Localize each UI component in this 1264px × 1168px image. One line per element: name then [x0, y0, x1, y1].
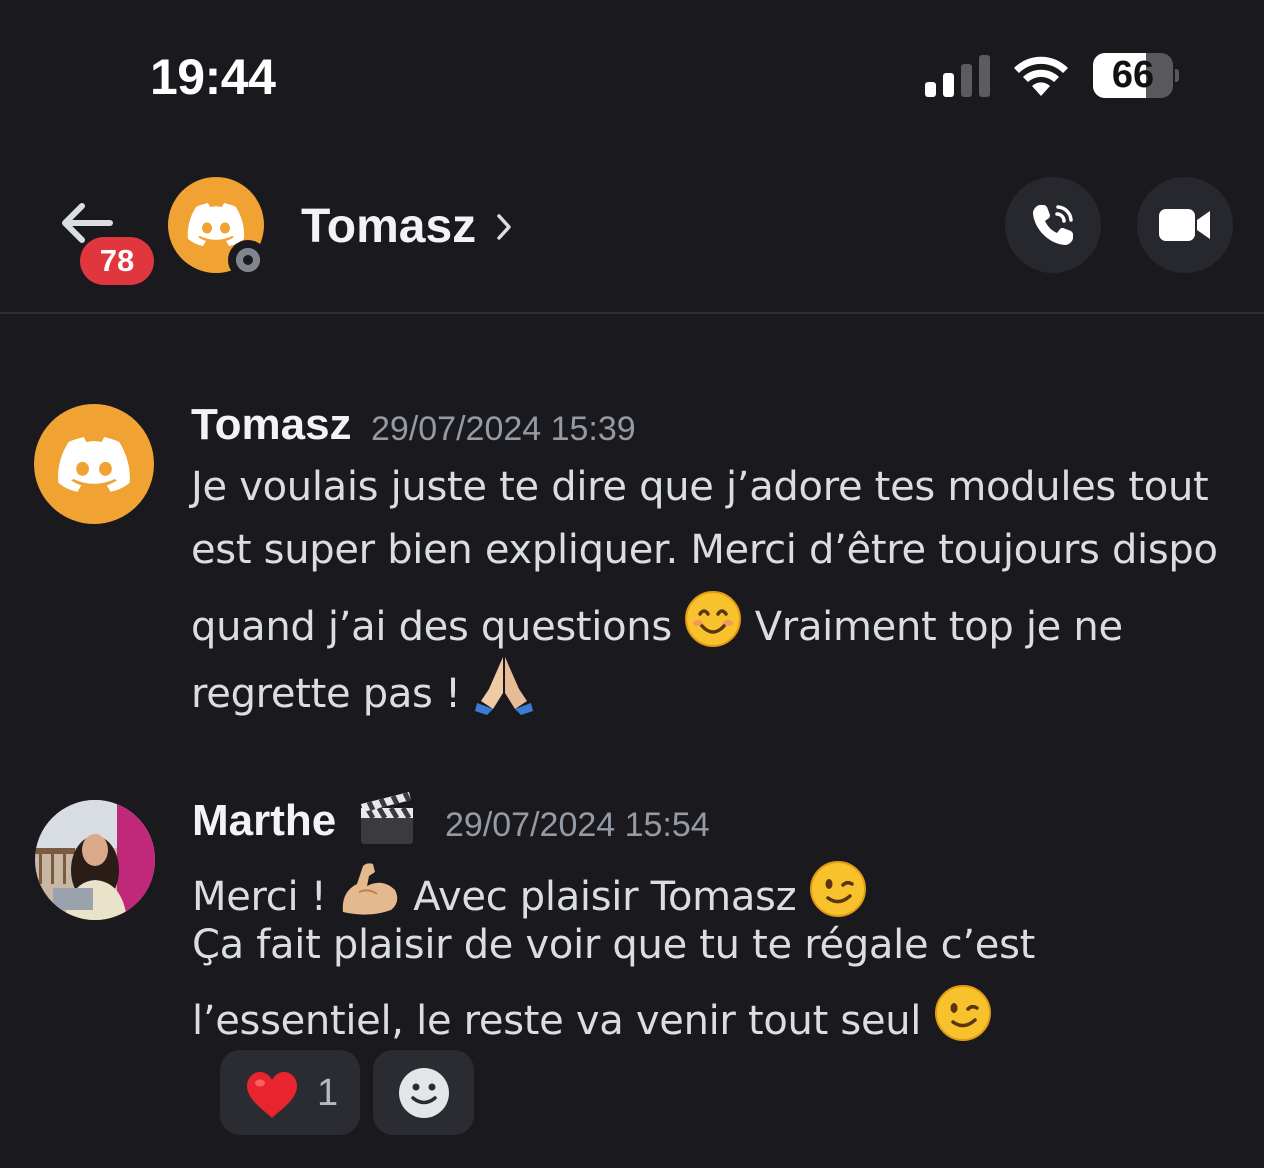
clapper-board-emoji [361, 791, 413, 844]
message-text-segment: l’essentiel, le reste va venir tout seul [192, 998, 922, 1044]
discord-logo-icon [187, 203, 245, 246]
battery-indicator: 66 [1093, 53, 1179, 98]
message-avatar-tomasz[interactable] [34, 404, 154, 524]
cellular-signal-icon [925, 55, 991, 97]
message-text-segment: regrette pas ! [191, 671, 461, 717]
offline-status-icon [228, 240, 268, 280]
message-text-line: l’essentiel, le reste va venir tout seul [192, 984, 992, 1044]
user-photo [35, 800, 155, 920]
video-call-button[interactable] [1137, 177, 1233, 273]
contact-name[interactable]: Tomasz [301, 199, 476, 254]
message-text-line: Ça fait plaisir de voir que tu te régale… [192, 922, 1036, 968]
message-text-segment: Merci ! [192, 874, 327, 920]
message-author[interactable]: Tomasz [191, 400, 352, 450]
message-text-segment: Avec plaisir Tomasz [413, 874, 797, 920]
message-text-segment: quand j’ai des questions [191, 604, 672, 650]
unread-count-badge: 78 [80, 237, 154, 285]
reaction-count: 1 [317, 1072, 339, 1114]
folded-hands-emoji [475, 657, 534, 715]
winking-face-emoji [934, 985, 991, 1041]
battery-level: 66 [1111, 54, 1155, 96]
message-text-line: Merci ! Avec plaisir Tomasz [192, 860, 867, 920]
discord-logo-icon [58, 437, 130, 492]
message-text-line: quand j’ai des questions Vraiment top je… [191, 590, 1123, 650]
add-reaction-button[interactable] [373, 1050, 474, 1135]
message-author[interactable]: Marthe [192, 796, 336, 846]
add-reaction-smiley-icon [399, 1068, 449, 1118]
message-avatar-marthe[interactable] [35, 800, 155, 920]
header-divider [0, 312, 1264, 314]
dm-chat-screen: 19:44 66 78 Tomasz Tomasz 29/07/2024 15:… [0, 0, 1264, 1168]
winking-face-emoji [809, 861, 866, 917]
voice-call-button[interactable] [1005, 177, 1101, 273]
message-text-line: Je voulais juste te dire que j’adore tes… [191, 464, 1209, 510]
reaction-heart-button[interactable]: 1 [220, 1050, 360, 1135]
message-text-line: regrette pas ! [191, 653, 535, 717]
message-text-segment: Vraiment top je ne [754, 604, 1123, 650]
phone-icon [1033, 205, 1073, 245]
message-timestamp: 29/07/2024 15:54 [445, 806, 710, 844]
status-time: 19:44 [150, 49, 276, 105]
flexed-biceps-emoji [342, 863, 398, 915]
video-camera-icon [1159, 209, 1210, 241]
wifi-icon [1014, 56, 1068, 96]
chevron-right-icon[interactable] [495, 212, 513, 242]
red-heart-emoji [247, 1072, 297, 1118]
message-timestamp: 29/07/2024 15:39 [371, 410, 636, 448]
smiling-face-emoji [685, 591, 742, 647]
message-text-line: est super bien expliquer. Merci d’être t… [191, 527, 1218, 573]
